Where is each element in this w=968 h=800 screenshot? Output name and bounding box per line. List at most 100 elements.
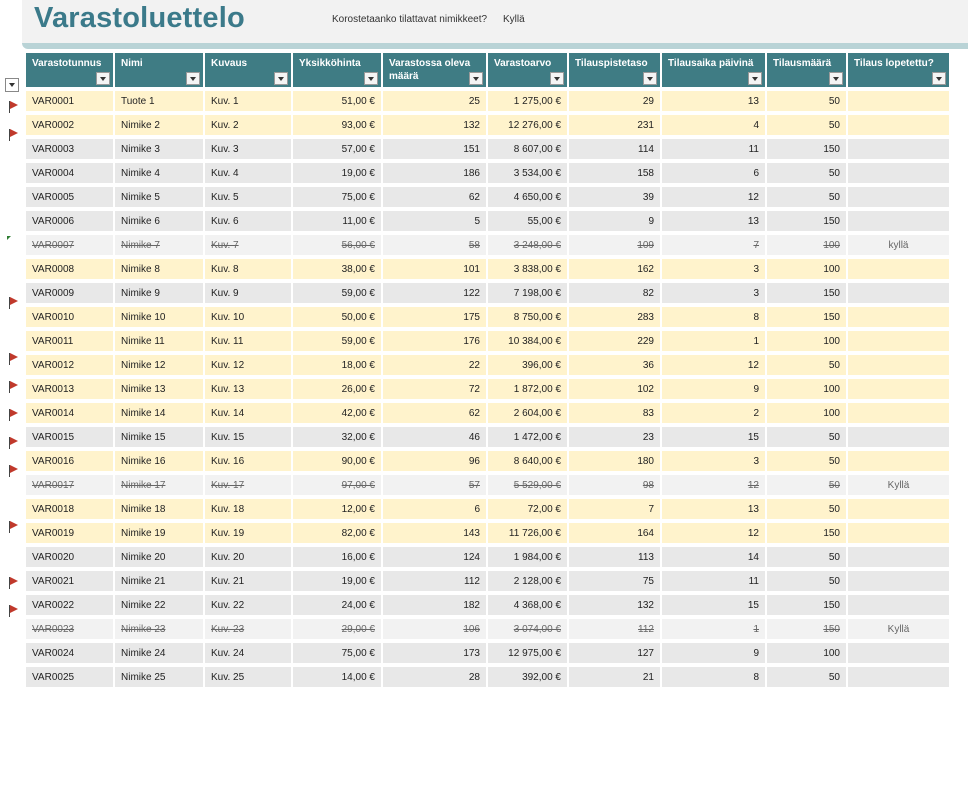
col-reorder-level-cell[interactable]: 132 bbox=[569, 595, 660, 619]
col-inventory-value-cell[interactable]: 4 650,00 € bbox=[488, 187, 567, 211]
col-reorder-level-cell[interactable]: 113 bbox=[569, 547, 660, 571]
col-inventory-id-cell[interactable]: VAR0014 bbox=[26, 403, 113, 427]
col-unit-price-cell[interactable]: 56,00 € bbox=[293, 235, 381, 259]
col-name-cell[interactable]: Nimike 6 bbox=[115, 211, 203, 235]
col-discontinued-cell[interactable] bbox=[848, 307, 949, 331]
filter-dropdown-icon[interactable] bbox=[932, 72, 946, 85]
col-unit-price-cell[interactable]: 82,00 € bbox=[293, 523, 381, 547]
col-inventory-value-cell[interactable]: 8 640,00 € bbox=[488, 451, 567, 475]
col-name-cell[interactable]: Nimike 19 bbox=[115, 523, 203, 547]
col-reorder-quantity-cell[interactable]: 100 bbox=[767, 643, 846, 667]
filter-dropdown-icon[interactable] bbox=[186, 72, 200, 85]
col-reorder-quantity-cell[interactable]: 150 bbox=[767, 139, 846, 163]
col-reorder-quantity-cell[interactable]: 50 bbox=[767, 163, 846, 187]
col-reorder-days-cell[interactable]: 14 bbox=[662, 547, 765, 571]
col-discontinued-cell[interactable] bbox=[848, 643, 949, 667]
col-inventory-id-cell[interactable]: VAR0017 bbox=[26, 475, 113, 499]
col-quantity-in-stock-cell[interactable]: 62 bbox=[383, 187, 486, 211]
col-inventory-id-cell[interactable]: VAR0002 bbox=[26, 115, 113, 139]
col-reorder-quantity-cell[interactable]: 50 bbox=[767, 91, 846, 115]
col-name-cell[interactable]: Nimike 16 bbox=[115, 451, 203, 475]
col-inventory-value-cell[interactable]: 3 534,00 € bbox=[488, 163, 567, 187]
col-name-cell[interactable]: Nimike 13 bbox=[115, 379, 203, 403]
col-inventory-id-cell[interactable]: VAR0025 bbox=[26, 667, 113, 691]
col-reorder-quantity-cell[interactable]: 100 bbox=[767, 403, 846, 427]
col-discontinued-cell[interactable] bbox=[848, 139, 949, 163]
col-description-cell[interactable]: Kuv. 18 bbox=[205, 499, 291, 523]
col-reorder-quantity-header[interactable]: Tilausmäärä bbox=[767, 53, 846, 91]
col-quantity-in-stock-cell[interactable]: 176 bbox=[383, 331, 486, 355]
col-description-cell[interactable]: Kuv. 22 bbox=[205, 595, 291, 619]
col-reorder-days-cell[interactable]: 9 bbox=[662, 643, 765, 667]
col-inventory-id-cell[interactable]: VAR0022 bbox=[26, 595, 113, 619]
col-inventory-value-cell[interactable]: 7 198,00 € bbox=[488, 283, 567, 307]
col-reorder-quantity-cell[interactable]: 50 bbox=[767, 355, 846, 379]
col-reorder-level-cell[interactable]: 283 bbox=[569, 307, 660, 331]
col-unit-price-cell[interactable]: 59,00 € bbox=[293, 283, 381, 307]
col-reorder-level-cell[interactable]: 29 bbox=[569, 91, 660, 115]
col-quantity-in-stock-cell[interactable]: 58 bbox=[383, 235, 486, 259]
filter-dropdown-icon[interactable] bbox=[550, 72, 564, 85]
col-inventory-value-cell[interactable]: 2 604,00 € bbox=[488, 403, 567, 427]
col-inventory-id-cell[interactable]: VAR0004 bbox=[26, 163, 113, 187]
col-unit-price-cell[interactable]: 14,00 € bbox=[293, 667, 381, 691]
col-unit-price-header[interactable]: Yksikköhinta bbox=[293, 53, 381, 91]
col-inventory-id-cell[interactable]: VAR0001 bbox=[26, 91, 113, 115]
col-description-cell[interactable]: Kuv. 15 bbox=[205, 427, 291, 451]
col-reorder-quantity-cell[interactable]: 50 bbox=[767, 571, 846, 595]
col-reorder-days-cell[interactable]: 9 bbox=[662, 379, 765, 403]
col-discontinued-cell[interactable] bbox=[848, 523, 949, 547]
col-reorder-level-cell[interactable]: 127 bbox=[569, 643, 660, 667]
col-reorder-level-cell[interactable]: 114 bbox=[569, 139, 660, 163]
col-inventory-id-cell[interactable]: VAR0020 bbox=[26, 547, 113, 571]
col-reorder-days-cell[interactable]: 3 bbox=[662, 451, 765, 475]
col-inventory-id-cell[interactable]: VAR0009 bbox=[26, 283, 113, 307]
col-reorder-quantity-cell[interactable]: 50 bbox=[767, 427, 846, 451]
col-description-cell[interactable]: Kuv. 9 bbox=[205, 283, 291, 307]
col-quantity-in-stock-cell[interactable]: 112 bbox=[383, 571, 486, 595]
col-reorder-days-cell[interactable]: 12 bbox=[662, 523, 765, 547]
col-reorder-days-cell[interactable]: 7 bbox=[662, 235, 765, 259]
col-reorder-days-cell[interactable]: 3 bbox=[662, 259, 765, 283]
filter-dropdown-icon[interactable] bbox=[829, 72, 843, 85]
col-reorder-quantity-cell[interactable]: 100 bbox=[767, 259, 846, 283]
col-inventory-value-cell[interactable]: 3 074,00 € bbox=[488, 619, 567, 643]
col-unit-price-cell[interactable]: 93,00 € bbox=[293, 115, 381, 139]
col-description-cell[interactable]: Kuv. 25 bbox=[205, 667, 291, 691]
col-reorder-days-cell[interactable]: 8 bbox=[662, 307, 765, 331]
col-reorder-quantity-cell[interactable]: 150 bbox=[767, 283, 846, 307]
col-discontinued-cell[interactable] bbox=[848, 211, 949, 235]
col-name-cell[interactable]: Nimike 14 bbox=[115, 403, 203, 427]
col-reorder-days-cell[interactable]: 6 bbox=[662, 163, 765, 187]
col-reorder-level-cell[interactable]: 39 bbox=[569, 187, 660, 211]
col-reorder-level-cell[interactable]: 229 bbox=[569, 331, 660, 355]
flag-column-filter-button[interactable] bbox=[5, 78, 19, 92]
col-quantity-in-stock-cell[interactable]: 6 bbox=[383, 499, 486, 523]
col-reorder-days-cell[interactable]: 12 bbox=[662, 475, 765, 499]
col-inventory-id-cell[interactable]: VAR0019 bbox=[26, 523, 113, 547]
col-quantity-in-stock-cell[interactable]: 25 bbox=[383, 91, 486, 115]
col-unit-price-cell[interactable]: 11,00 € bbox=[293, 211, 381, 235]
col-inventory-value-cell[interactable]: 1 472,00 € bbox=[488, 427, 567, 451]
col-inventory-id-cell[interactable]: VAR0021 bbox=[26, 571, 113, 595]
col-reorder-quantity-cell[interactable]: 50 bbox=[767, 115, 846, 139]
col-quantity-in-stock-cell[interactable]: 175 bbox=[383, 307, 486, 331]
col-description-cell[interactable]: Kuv. 11 bbox=[205, 331, 291, 355]
col-quantity-in-stock-cell[interactable]: 124 bbox=[383, 547, 486, 571]
col-description-cell[interactable]: Kuv. 2 bbox=[205, 115, 291, 139]
col-discontinued-cell[interactable] bbox=[848, 499, 949, 523]
filter-dropdown-icon[interactable] bbox=[469, 72, 483, 85]
col-discontinued-cell[interactable] bbox=[848, 187, 949, 211]
col-inventory-value-cell[interactable]: 1 984,00 € bbox=[488, 547, 567, 571]
col-quantity-in-stock-cell[interactable]: 186 bbox=[383, 163, 486, 187]
col-unit-price-cell[interactable]: 50,00 € bbox=[293, 307, 381, 331]
col-reorder-days-cell[interactable]: 4 bbox=[662, 115, 765, 139]
col-quantity-in-stock-cell[interactable]: 143 bbox=[383, 523, 486, 547]
col-reorder-quantity-cell[interactable]: 50 bbox=[767, 667, 846, 691]
col-description-cell[interactable]: Kuv. 10 bbox=[205, 307, 291, 331]
col-description-cell[interactable]: Kuv. 24 bbox=[205, 643, 291, 667]
col-description-cell[interactable]: Kuv. 8 bbox=[205, 259, 291, 283]
col-inventory-id-cell[interactable]: VAR0023 bbox=[26, 619, 113, 643]
filter-dropdown-icon[interactable] bbox=[274, 72, 288, 85]
col-inventory-value-cell[interactable]: 12 276,00 € bbox=[488, 115, 567, 139]
